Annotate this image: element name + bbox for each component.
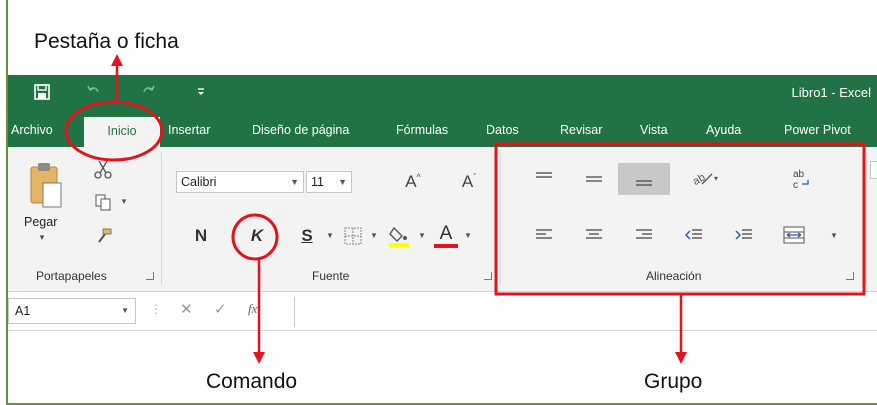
borders-dropdown-icon[interactable]: ▼ bbox=[370, 231, 378, 240]
copy-icon[interactable] bbox=[92, 191, 114, 213]
group-label-fuente: Fuente bbox=[312, 269, 350, 283]
align-left-icon[interactable] bbox=[530, 223, 558, 247]
name-box-value: A1 bbox=[15, 304, 31, 318]
chevron-down-icon[interactable]: ▼ bbox=[38, 233, 46, 242]
save-icon[interactable] bbox=[34, 84, 50, 105]
tab-annotation-label: Pestaña o ficha bbox=[34, 30, 179, 53]
enter-icon[interactable]: ✓ bbox=[214, 300, 227, 318]
font-name-select[interactable]: Calibri ▼ bbox=[176, 171, 304, 193]
align-right-icon[interactable] bbox=[630, 223, 658, 247]
middle-align-icon[interactable] bbox=[580, 167, 608, 191]
svg-text:ab: ab bbox=[691, 171, 708, 188]
cut-icon[interactable] bbox=[92, 159, 114, 181]
name-box[interactable]: A1 ▼ bbox=[8, 298, 136, 324]
ribbon-home: Pegar ▼ ▼ Portapapeles Calibri ▼ 11 ▼ A ^… bbox=[8, 147, 877, 292]
align-center-icon[interactable] bbox=[580, 223, 608, 247]
grow-font-button[interactable]: A ^ bbox=[400, 169, 426, 195]
tab-power-pivot[interactable]: Power Pivot bbox=[784, 123, 851, 137]
font-launcher-icon[interactable] bbox=[484, 272, 492, 280]
tab-vista[interactable]: Vista bbox=[640, 123, 668, 137]
top-align-icon[interactable] bbox=[530, 167, 558, 191]
paste-button[interactable]: Pegar bbox=[24, 215, 57, 229]
cancel-icon[interactable]: ✕ bbox=[180, 300, 193, 318]
group-label-portapapeles: Portapapeles bbox=[36, 269, 107, 283]
tab-revisar[interactable]: Revisar bbox=[560, 123, 602, 137]
font-name-value: Calibri bbox=[181, 175, 217, 189]
tab-insertar[interactable]: Insertar bbox=[168, 123, 210, 137]
copy-dropdown-icon[interactable]: ▼ bbox=[120, 197, 128, 206]
bold-button[interactable]: N bbox=[188, 223, 214, 249]
alignment-launcher-icon[interactable] bbox=[846, 272, 854, 280]
shrink-font-icon: A bbox=[461, 172, 474, 191]
font-color-icon: A bbox=[439, 223, 453, 244]
wrap-text-icon[interactable]: ab c bbox=[788, 165, 814, 193]
font-color-swatch bbox=[434, 244, 458, 248]
separator bbox=[866, 153, 867, 285]
tab-inicio[interactable]: Inicio bbox=[84, 117, 160, 148]
group-annotation-label: Grupo bbox=[644, 370, 703, 393]
italic-button[interactable]: K bbox=[244, 223, 270, 249]
formula-bar: A1 ▼ ⋮ ✕ ✓ fx bbox=[8, 293, 877, 331]
ribbon-tabs: Archivo Inicio Insertar Diseño de página… bbox=[8, 113, 877, 148]
shrink-font-button[interactable]: Aˇ bbox=[456, 169, 482, 195]
increase-indent-icon[interactable] bbox=[730, 223, 758, 247]
font-size-value: 11 bbox=[311, 175, 324, 189]
merge-dropdown-icon[interactable]: ▼ bbox=[830, 231, 838, 240]
font-color-button[interactable]: A bbox=[432, 221, 460, 251]
tab-diseno-de-pagina[interactable]: Diseño de página bbox=[252, 123, 349, 137]
grow-font-icon: A bbox=[405, 172, 417, 191]
decrease-indent-icon[interactable] bbox=[680, 223, 708, 247]
tab-formulas[interactable]: Fórmulas bbox=[396, 123, 448, 137]
customize-icon[interactable] bbox=[196, 83, 206, 102]
tab-ayuda[interactable]: Ayuda bbox=[706, 123, 741, 137]
svg-text:▾: ▾ bbox=[714, 174, 718, 183]
undo-icon[interactable] bbox=[86, 83, 102, 104]
command-annotation-label: Comando bbox=[206, 370, 298, 393]
chevron-down-icon: ▼ bbox=[338, 177, 347, 187]
formula-input[interactable] bbox=[294, 297, 877, 327]
svg-text:c: c bbox=[793, 180, 798, 191]
insert-function-icon[interactable]: fx bbox=[248, 301, 257, 317]
font-color-dropdown-icon[interactable]: ▼ bbox=[464, 231, 472, 240]
paste-icon[interactable] bbox=[26, 159, 66, 211]
chevron-down-icon: ▼ bbox=[121, 306, 129, 315]
orientation-icon[interactable]: ab ▾ bbox=[688, 165, 722, 191]
font-size-select[interactable]: 11 ▼ bbox=[306, 171, 352, 193]
svg-text:ab: ab bbox=[793, 169, 805, 180]
fill-color-dropdown-icon[interactable]: ▼ bbox=[418, 231, 426, 240]
underline-dropdown-icon[interactable]: ▼ bbox=[326, 231, 334, 240]
clipboard-launcher-icon[interactable] bbox=[146, 272, 154, 280]
underline-button[interactable]: S bbox=[296, 223, 318, 249]
borders-icon[interactable] bbox=[342, 225, 364, 247]
redo-icon[interactable] bbox=[140, 83, 156, 104]
more-icon: ⋮ bbox=[150, 302, 162, 316]
group-label-alineacion: Alineación bbox=[646, 269, 702, 283]
fill-color-icon[interactable] bbox=[386, 223, 412, 249]
title-bar: Libro1 - Excel bbox=[8, 75, 877, 113]
tab-datos[interactable]: Datos bbox=[486, 123, 519, 137]
merge-center-icon[interactable] bbox=[780, 223, 808, 247]
separator bbox=[161, 153, 162, 285]
separator bbox=[500, 153, 501, 285]
bottom-align-icon[interactable] bbox=[618, 163, 670, 195]
next-group-edge bbox=[870, 161, 877, 179]
format-painter-icon[interactable] bbox=[92, 225, 114, 247]
chevron-down-icon: ▼ bbox=[290, 177, 299, 187]
tab-archivo[interactable]: Archivo bbox=[11, 123, 53, 137]
window-title: Libro1 - Excel bbox=[791, 85, 871, 100]
